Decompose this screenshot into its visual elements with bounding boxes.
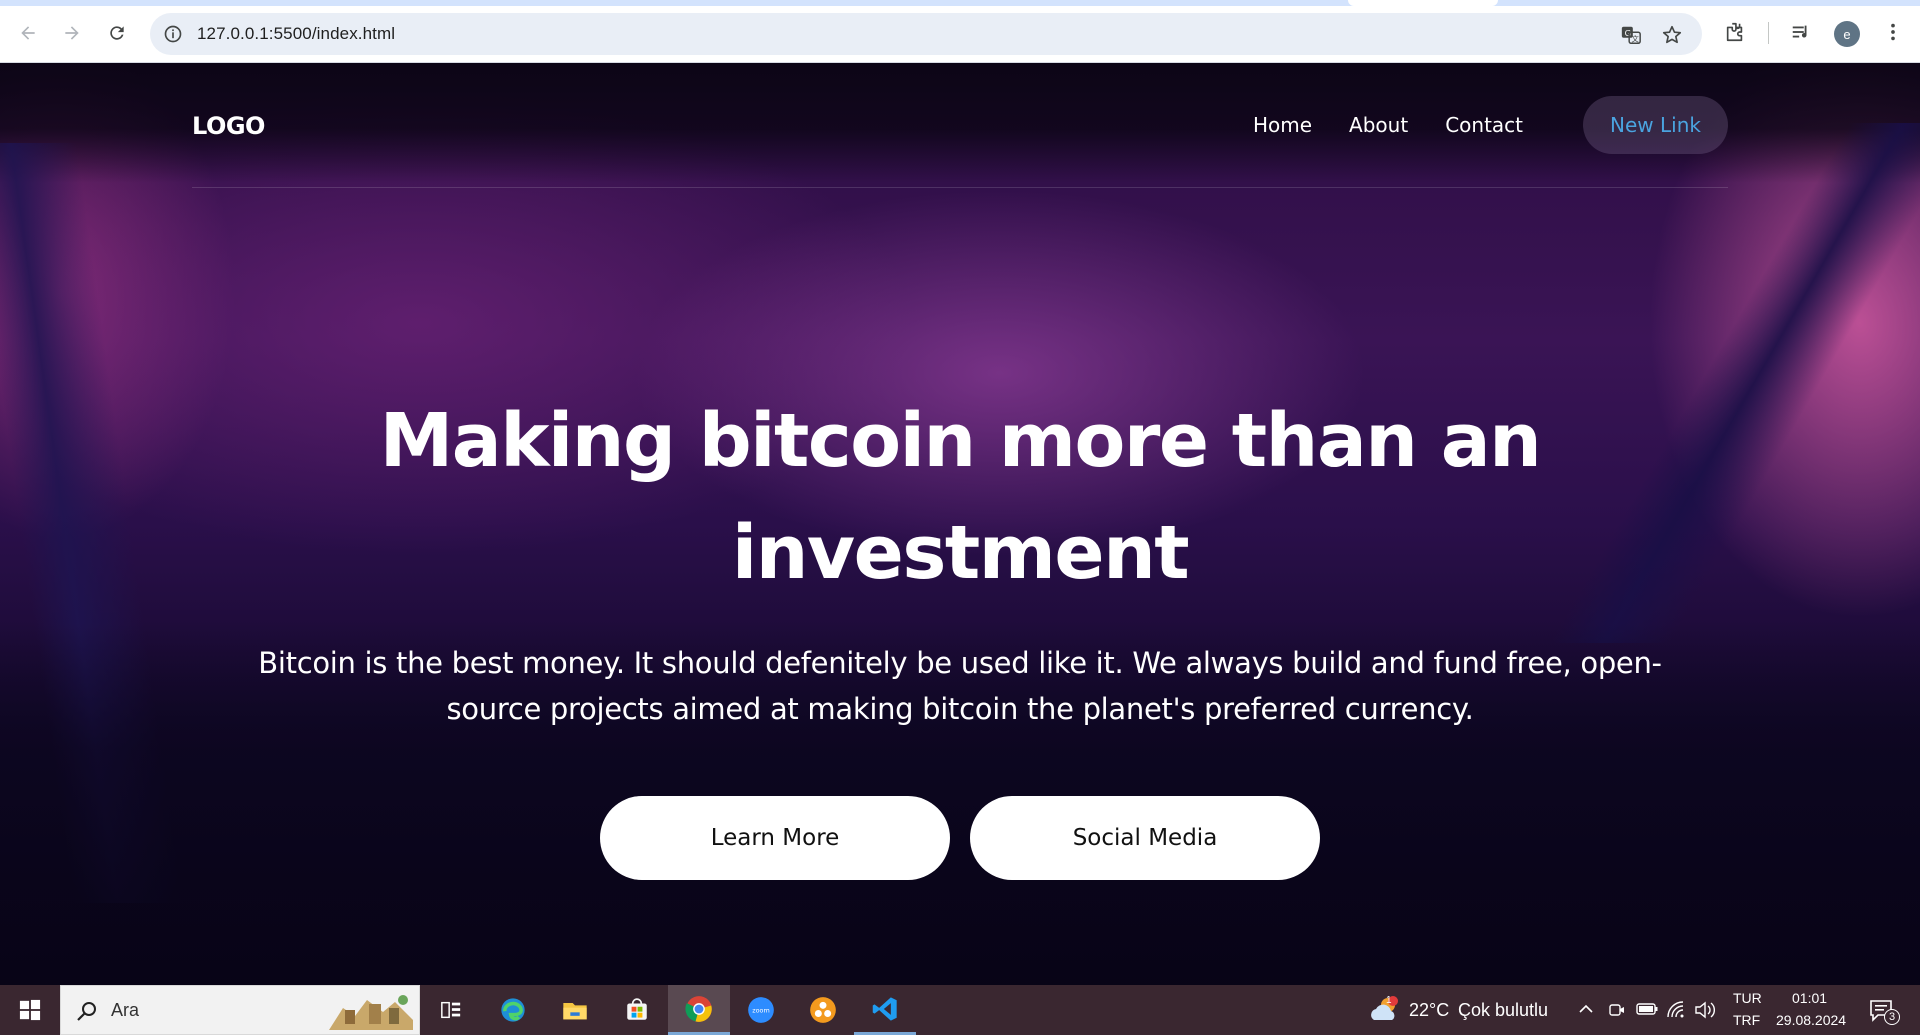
task-view-icon[interactable]	[420, 985, 482, 1035]
wifi-icon[interactable]	[1666, 1000, 1686, 1025]
windows-taskbar: Ara zoom 1 22°C Çok bulutlu TUR TRF 01:0…	[0, 985, 1920, 1035]
address-bar[interactable]: 127.0.0.1:5500/index.html G文	[150, 13, 1702, 55]
weather-description[interactable]: Çok bulutlu	[1458, 1000, 1548, 1021]
hero-description-line: Bitcoin is the best money. It should def…	[258, 646, 1662, 680]
hero-section: LOGO Home About Contact New Link Making …	[0, 63, 1920, 985]
site-info-icon[interactable]	[162, 23, 184, 45]
windows-start-icon[interactable]	[0, 985, 60, 1035]
learn-more-button[interactable]: Learn More	[600, 796, 950, 880]
volume-icon[interactable]	[1694, 1000, 1716, 1025]
hero-description: Bitcoin is the best money. It should def…	[210, 640, 1710, 732]
nav-contact-link[interactable]: Contact	[1445, 113, 1523, 137]
extensions-icon[interactable]	[1722, 19, 1748, 45]
orange-app-icon[interactable]	[792, 985, 854, 1035]
nav-links: Home About Contact New Link	[1253, 96, 1728, 154]
input-language[interactable]: TUR	[1733, 990, 1762, 1006]
search-highlight-illustration	[325, 990, 417, 1032]
media-controls-icon[interactable]	[1788, 19, 1814, 45]
microsoft-store-icon[interactable]	[606, 985, 668, 1035]
reload-icon[interactable]	[101, 17, 133, 49]
hero-title-line: Making bitcoin more than an	[379, 398, 1542, 484]
translate-icon[interactable]: G文	[1619, 23, 1643, 47]
search-placeholder: Ara	[111, 1000, 140, 1020]
more-menu-icon[interactable]	[1880, 19, 1906, 45]
taskbar-search-box[interactable]: Ara	[60, 985, 420, 1035]
chrome-icon[interactable]	[668, 985, 730, 1035]
file-explorer-icon[interactable]	[544, 985, 606, 1035]
back-icon[interactable]	[12, 17, 44, 49]
hero-title-line: investment	[731, 510, 1190, 596]
clock-time[interactable]: 01:01	[1792, 990, 1827, 1006]
weather-badge: 1	[1386, 995, 1392, 1006]
profile-avatar[interactable]: e	[1834, 21, 1860, 47]
hero-description-line: source projects aimed at making bitcoin …	[446, 692, 1474, 726]
nav-home-link[interactable]: Home	[1253, 113, 1312, 137]
notifications-count: 3	[1884, 1009, 1900, 1025]
new-link-button[interactable]: New Link	[1583, 96, 1728, 154]
bookmark-star-icon[interactable]	[1660, 23, 1684, 47]
battery-icon[interactable]	[1636, 1002, 1658, 1021]
browser-toolbar: 127.0.0.1:5500/index.html G文 e	[0, 0, 1920, 63]
site-navbar: LOGO Home About Contact New Link	[192, 63, 1728, 188]
svg-text:文: 文	[1631, 34, 1639, 43]
chevron-up-icon[interactable]	[1578, 1001, 1594, 1022]
toolbar-divider	[1768, 22, 1769, 44]
clock-date[interactable]: 29.08.2024	[1776, 1012, 1846, 1028]
svg-text:zoom: zoom	[752, 1006, 769, 1014]
weather-temperature[interactable]: 22°C	[1409, 1000, 1449, 1021]
search-icon	[75, 999, 99, 1027]
zoom-icon[interactable]: zoom	[730, 985, 792, 1035]
weather-icon[interactable]	[1368, 996, 1402, 1029]
social-media-button[interactable]: Social Media	[970, 796, 1320, 880]
meet-now-icon[interactable]	[1608, 1001, 1626, 1024]
site-logo[interactable]: LOGO	[192, 112, 265, 140]
edge-icon[interactable]	[482, 985, 544, 1035]
url-text[interactable]: 127.0.0.1:5500/index.html	[197, 24, 395, 44]
tab-strip	[0, 0, 1920, 6]
nav-about-link[interactable]: About	[1349, 113, 1408, 137]
forward-icon[interactable]	[56, 17, 88, 49]
keyboard-layout[interactable]: TRF	[1733, 1012, 1760, 1028]
vscode-icon[interactable]	[854, 985, 916, 1035]
hero-title: Making bitcoin more than an investment	[0, 385, 1920, 609]
